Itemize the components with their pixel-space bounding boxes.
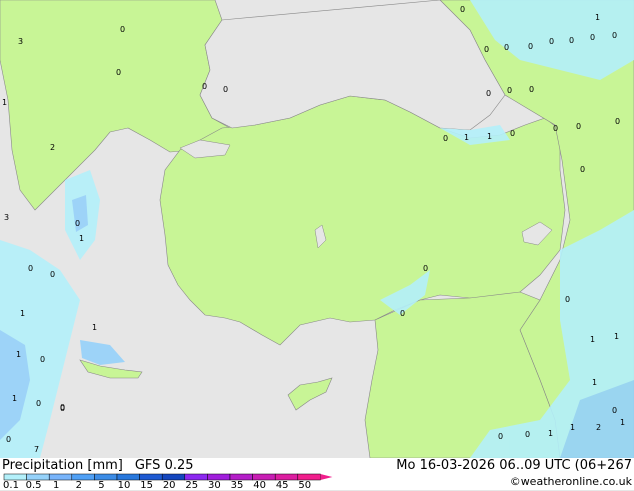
legend-tick-label: 2 — [75, 480, 82, 491]
precip-value-label: 1 — [590, 335, 595, 344]
legend-tick-label: 15 — [140, 480, 153, 491]
precip-value-label: 0 — [529, 85, 534, 94]
precip-value-label: 1 — [92, 323, 97, 332]
precip-value-label: 0 — [202, 82, 207, 91]
precip-value-label: 0 — [553, 124, 558, 133]
map-footer: Precipitation [mm] GFS 0.25 Mo 16-03-2026… — [0, 458, 634, 491]
precip-value-label: 0 — [612, 31, 617, 40]
legend-tick-label: 45 — [275, 480, 289, 491]
precip-value-label: 0 — [484, 45, 489, 54]
precip-value-label: 2 — [596, 423, 601, 432]
valid-time: Mo 16-03-2026 06..09 UTC (06+267 — [396, 458, 632, 473]
precip-value-label: 2 — [50, 143, 55, 152]
legend-tick-label: 20 — [162, 480, 176, 491]
precip-value-label: 0 — [223, 85, 228, 94]
legend-tick-label: 30 — [208, 480, 221, 491]
precip-value-label: 0 — [486, 89, 491, 98]
map-title: Precipitation [mm] GFS 0.25 — [2, 458, 194, 473]
precip-value-label: 1 — [595, 13, 600, 22]
precip-value-label: 0 — [565, 295, 570, 304]
precip-value-label: 7 — [34, 445, 39, 454]
precip-value-label: 0 — [116, 68, 121, 77]
precipitation-map: 0 0 0 0 0 0 0 0 0 0 0 0 0 0 0 0 0 0 1 1 0 0 0 0 0 0 1 0 0 0 1 0 0 1 1 0 1 0 1 1… — [0, 0, 634, 458]
precip-value-label: 1 — [464, 133, 469, 142]
map-canvas: 0 0 0 0 0 0 0 0 0 0 0 0 0 0 0 0 0 0 1 1 0 0 0 0 0 0 1 0 0 0 1 0 0 1 1 0 1 0 1 1… — [0, 0, 634, 458]
precip-value-label: 1 — [548, 429, 553, 438]
precip-value-label: 0 — [50, 270, 55, 279]
precip-value-label: 0 — [510, 129, 515, 138]
legend-tick-label: 40 — [253, 480, 266, 491]
precip-value-label: 0 — [580, 165, 585, 174]
precip-value-label: 0 — [528, 42, 533, 51]
precip-value-label: 1 — [614, 332, 619, 341]
precip-value-label: 1 — [620, 418, 625, 427]
title-label: Precipitation [mm] — [2, 458, 123, 473]
precip-value-label: 0 — [460, 5, 465, 14]
precip-value-label: 0 — [498, 432, 503, 441]
legend-tick-label: 1 — [53, 480, 60, 491]
precip-value-label: 0 — [6, 435, 11, 444]
legend-tick-label: 35 — [230, 480, 244, 491]
precip-value-label: 1 — [12, 394, 17, 403]
precip-value-label: 0 — [400, 309, 405, 318]
precip-value-label: 0 — [569, 36, 574, 45]
precip-value-label: 3 — [4, 213, 9, 222]
credit-link[interactable]: ©weatheronline.co.uk — [510, 475, 632, 488]
precip-value-label: 0 — [60, 403, 65, 412]
precip-value-label: 0 — [576, 122, 581, 131]
legend-tick-label: 25 — [185, 480, 199, 491]
legend-tick-label: 50 — [298, 480, 312, 491]
precip-value-label: 0 — [615, 117, 620, 126]
precip-value-label: 0 — [423, 264, 428, 273]
precip-value-label: 0 — [40, 355, 45, 364]
precip-value-label: 0 — [507, 86, 512, 95]
precip-value-label: 1 — [487, 132, 492, 141]
precip-value-label: 1 — [2, 98, 7, 107]
legend-arrow — [320, 474, 333, 480]
legend-tick-label: 0.5 — [25, 480, 42, 491]
precip-value-label: 0 — [36, 399, 41, 408]
legend-tick-label: 10 — [117, 480, 131, 491]
precip-value-label: 0 — [120, 25, 125, 34]
legend-tick-label: 0.1 — [3, 480, 19, 491]
precip-value-label: 0 — [525, 430, 530, 439]
precip-value-label: 1 — [570, 423, 575, 432]
precip-value-label: 1 — [16, 350, 21, 359]
precip-value-label: 3 — [18, 37, 23, 46]
precip-value-label: 0 — [75, 219, 80, 228]
precip-value-label: 1 — [20, 309, 25, 318]
model-label: GFS 0.25 — [134, 458, 194, 473]
precip-value-label: 0 — [443, 134, 448, 143]
precip-value-label: 1 — [79, 234, 84, 243]
precip-value-label: 0 — [549, 37, 554, 46]
legend-tick-label: 5 — [98, 480, 105, 491]
precip-value-label: 0 — [28, 264, 33, 273]
precip-value-label: 1 — [592, 378, 597, 387]
precip-value-label: 0 — [590, 33, 595, 42]
precip-value-label: 0 — [612, 406, 617, 415]
precip-value-label: 0 — [504, 43, 509, 52]
